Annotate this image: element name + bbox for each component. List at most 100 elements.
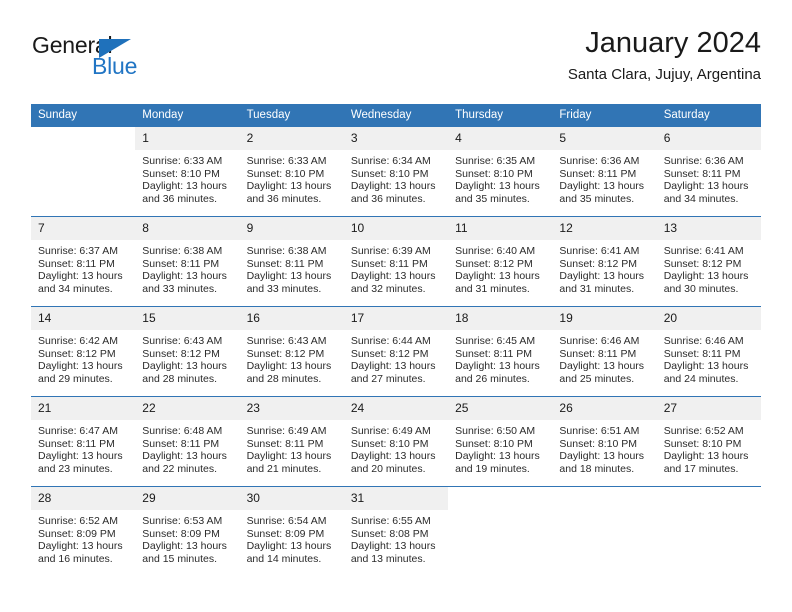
day-number: 6	[656, 127, 761, 150]
calendar-day-cell[interactable]: 25 Sunrise: 6:50 AM Sunset: 8:10 PM Dayligh…	[448, 396, 553, 487]
brand-name-blue: Blue	[92, 53, 138, 79]
sunset-text: Sunset: 8:08 PM	[350, 527, 429, 540]
daylight-text-line1: Daylight: 13 hours	[142, 180, 227, 193]
day-number: 29	[135, 487, 240, 510]
calendar-week-row: 1 Sunrise: 6:33 AM Sunset: 8:10 PM Daylight…	[31, 126, 761, 217]
calendar-week-row: 14 Sunrise: 6:42 AM Sunset: 8:12 PM Dayligh…	[31, 306, 761, 397]
calendar-day-cell[interactable]: 29 Sunrise: 6:53 AM Sunset: 8:09 PM Dayligh…	[135, 486, 240, 576]
calendar-day-cell[interactable]: 27 Sunrise: 6:52 AM Sunset: 8:10 PM Dayligh…	[656, 396, 761, 487]
sunset-text: Sunset: 8:11 PM	[663, 167, 741, 180]
day-number	[31, 127, 136, 150]
day-details: Sunrise: 6:36 AM Sunset: 8:11 PM Daylight:…	[552, 150, 656, 205]
calendar-day-cell[interactable]: 1 Sunrise: 6:33 AM Sunset: 8:10 PM Daylight…	[135, 126, 240, 217]
daylight-text-line1: Daylight: 13 hours	[559, 360, 645, 373]
day-details: Sunrise: 6:45 AM Sunset: 8:11 PM Daylight:…	[448, 330, 552, 385]
sunset-text: Sunset: 8:12 PM	[246, 347, 325, 360]
page-subtitle-location: Santa Clara, Jujuy, Argentina	[567, 66, 761, 83]
daylight-text-line2: and 17 minutes.	[663, 462, 739, 475]
calendar-day-cell[interactable]: 16 Sunrise: 6:43 AM Sunset: 8:12 PM Dayligh…	[239, 306, 344, 397]
sunrise-text: Sunrise: 6:51 AM	[559, 425, 640, 437]
sunrise-text: Sunrise: 6:44 AM	[350, 335, 431, 347]
calendar-day-cell[interactable]: 7 Sunrise: 6:37 AM Sunset: 8:11 PM Daylight…	[31, 216, 136, 307]
day-number	[656, 487, 761, 510]
sunset-text: Sunset: 8:10 PM	[350, 167, 429, 180]
sunrise-text: Sunrise: 6:45 AM	[455, 335, 536, 347]
day-number: 7	[31, 217, 136, 240]
day-details: Sunrise: 6:41 AM Sunset: 8:12 PM Daylight:…	[657, 240, 761, 295]
sunset-text: Sunset: 8:12 PM	[559, 257, 638, 270]
calendar-week-row: 21 Sunrise: 6:47 AM Sunset: 8:11 PM Dayligh…	[31, 396, 761, 487]
calendar-day-cell[interactable]: 17 Sunrise: 6:44 AM Sunset: 8:12 PM Dayligh…	[343, 306, 449, 397]
weekday-header-wednesday: Wednesday	[343, 104, 449, 127]
calendar-day-cell[interactable]: 11 Sunrise: 6:40 AM Sunset: 8:12 PM Dayligh…	[448, 216, 553, 307]
calendar-day-cell[interactable]: 18 Sunrise: 6:45 AM Sunset: 8:11 PM Dayligh…	[448, 306, 553, 397]
calendar-day-cell[interactable]: 13 Sunrise: 6:41 AM Sunset: 8:12 PM Dayligh…	[656, 216, 761, 307]
calendar-day-cell[interactable]: 24 Sunrise: 6:49 AM Sunset: 8:10 PM Dayligh…	[343, 396, 449, 487]
weekday-header-tuesday: Tuesday	[239, 104, 344, 127]
calendar-day-cell[interactable]: 12 Sunrise: 6:41 AM Sunset: 8:12 PM Dayligh…	[552, 216, 657, 307]
calendar-body: 1 Sunrise: 6:33 AM Sunset: 8:10 PM Daylight…	[31, 126, 761, 576]
calendar-day-cell[interactable]: 15 Sunrise: 6:43 AM Sunset: 8:12 PM Dayligh…	[135, 306, 240, 397]
daylight-text-line2: and 32 minutes.	[350, 282, 426, 295]
calendar-day-cell[interactable]: 30 Sunrise: 6:54 AM Sunset: 8:09 PM Dayligh…	[239, 486, 344, 576]
calendar-day-cell[interactable]: 21 Sunrise: 6:47 AM Sunset: 8:11 PM Dayligh…	[31, 396, 136, 487]
daylight-text-line2: and 22 minutes.	[142, 462, 217, 475]
daylight-text-line1: Daylight: 13 hours	[455, 270, 540, 283]
daylight-text-line2: and 25 minutes.	[559, 372, 635, 385]
calendar-day-cell[interactable]: 6 Sunrise: 6:36 AM Sunset: 8:11 PM Daylight…	[656, 126, 761, 217]
day-details: Sunrise: 6:53 AM Sunset: 8:09 PM Daylight:…	[135, 510, 239, 565]
sunset-text: Sunset: 8:10 PM	[663, 437, 742, 450]
daylight-text-line2: and 23 minutes.	[38, 462, 113, 475]
sunrise-text: Sunrise: 6:37 AM	[38, 245, 118, 257]
day-number: 27	[656, 397, 761, 420]
calendar-day-cell[interactable]: 14 Sunrise: 6:42 AM Sunset: 8:12 PM Dayligh…	[31, 306, 136, 397]
sunrise-text: Sunrise: 6:48 AM	[142, 425, 223, 437]
daylight-text-line1: Daylight: 13 hours	[663, 360, 749, 373]
day-details: Sunrise: 6:49 AM Sunset: 8:11 PM Daylight:…	[240, 420, 344, 475]
calendar-day-cell[interactable]: 9 Sunrise: 6:38 AM Sunset: 8:11 PM Daylight…	[239, 216, 344, 307]
calendar-day-cell[interactable]: 5 Sunrise: 6:36 AM Sunset: 8:11 PM Daylight…	[552, 126, 657, 217]
calendar-day-cell[interactable]: 26 Sunrise: 6:51 AM Sunset: 8:10 PM Dayligh…	[552, 396, 657, 487]
day-details: Sunrise: 6:37 AM Sunset: 8:11 PM Daylight:…	[31, 240, 135, 295]
calendar-day-cell[interactable]: 22 Sunrise: 6:48 AM Sunset: 8:11 PM Dayligh…	[135, 396, 240, 487]
daylight-text-line1: Daylight: 13 hours	[350, 270, 436, 283]
daylight-text-line1: Daylight: 13 hours	[455, 360, 540, 373]
weekday-header-thursday: Thursday	[448, 104, 553, 127]
calendar-day-cell[interactable]: 8 Sunrise: 6:38 AM Sunset: 8:11 PM Daylight…	[135, 216, 240, 307]
day-details: Sunrise: 6:40 AM Sunset: 8:12 PM Daylight:…	[448, 240, 552, 295]
sunset-text: Sunset: 8:11 PM	[663, 347, 741, 360]
daylight-text-line2: and 29 minutes.	[38, 372, 113, 385]
day-number: 28	[31, 487, 136, 510]
calendar-day-cell[interactable]: 2 Sunrise: 6:33 AM Sunset: 8:10 PM Daylight…	[239, 126, 344, 217]
daylight-text-line1: Daylight: 13 hours	[350, 180, 436, 193]
calendar-day-cell[interactable]: 4 Sunrise: 6:35 AM Sunset: 8:10 PM Daylight…	[448, 126, 553, 217]
day-details: Sunrise: 6:55 AM Sunset: 8:08 PM Daylight:…	[344, 510, 448, 565]
calendar-day-cell[interactable]: 31 Sunrise: 6:55 AM Sunset: 8:08 PM Dayligh…	[343, 486, 449, 576]
calendar-day-cell[interactable]: 20 Sunrise: 6:46 AM Sunset: 8:11 PM Dayligh…	[656, 306, 761, 397]
sunrise-text: Sunrise: 6:33 AM	[246, 155, 327, 167]
daylight-text-line1: Daylight: 13 hours	[38, 540, 123, 553]
daylight-text-line2: and 21 minutes.	[246, 462, 322, 475]
sunrise-text: Sunrise: 6:36 AM	[663, 155, 744, 167]
calendar-day-cell[interactable]: 10 Sunrise: 6:39 AM Sunset: 8:11 PM Dayligh…	[343, 216, 449, 307]
calendar-day-cell[interactable]: 19 Sunrise: 6:46 AM Sunset: 8:11 PM Dayligh…	[552, 306, 657, 397]
day-details: Sunrise: 6:44 AM Sunset: 8:12 PM Daylight:…	[344, 330, 448, 385]
calendar-week-row: 7 Sunrise: 6:37 AM Sunset: 8:11 PM Daylight…	[31, 216, 761, 307]
calendar-day-cell[interactable]: 28 Sunrise: 6:52 AM Sunset: 8:09 PM Dayligh…	[31, 486, 136, 576]
calendar-day-cell[interactable]: 3 Sunrise: 6:34 AM Sunset: 8:10 PM Daylight…	[343, 126, 449, 217]
daylight-text-line2: and 36 minutes.	[350, 192, 426, 205]
page-header: General Blue January 2024 Santa Clara, J…	[31, 26, 761, 98]
calendar-day-cell-empty	[31, 126, 136, 217]
daylight-text-line2: and 20 minutes.	[350, 462, 426, 475]
daylight-text-line1: Daylight: 13 hours	[246, 270, 332, 283]
calendar-day-cell[interactable]: 23 Sunrise: 6:49 AM Sunset: 8:11 PM Dayligh…	[239, 396, 344, 487]
daylight-text-line2: and 33 minutes.	[246, 282, 322, 295]
day-details: Sunrise: 6:33 AM Sunset: 8:10 PM Daylight:…	[240, 150, 344, 205]
day-number: 13	[656, 217, 761, 240]
day-details: Sunrise: 6:43 AM Sunset: 8:12 PM Daylight:…	[240, 330, 344, 385]
daylight-text-line1: Daylight: 13 hours	[350, 450, 436, 463]
sunset-text: Sunset: 8:11 PM	[38, 437, 115, 450]
brand-logo[interactable]: General Blue	[31, 26, 331, 86]
sunset-text: Sunset: 8:11 PM	[142, 437, 220, 450]
day-details: Sunrise: 6:36 AM Sunset: 8:11 PM Daylight:…	[657, 150, 761, 205]
